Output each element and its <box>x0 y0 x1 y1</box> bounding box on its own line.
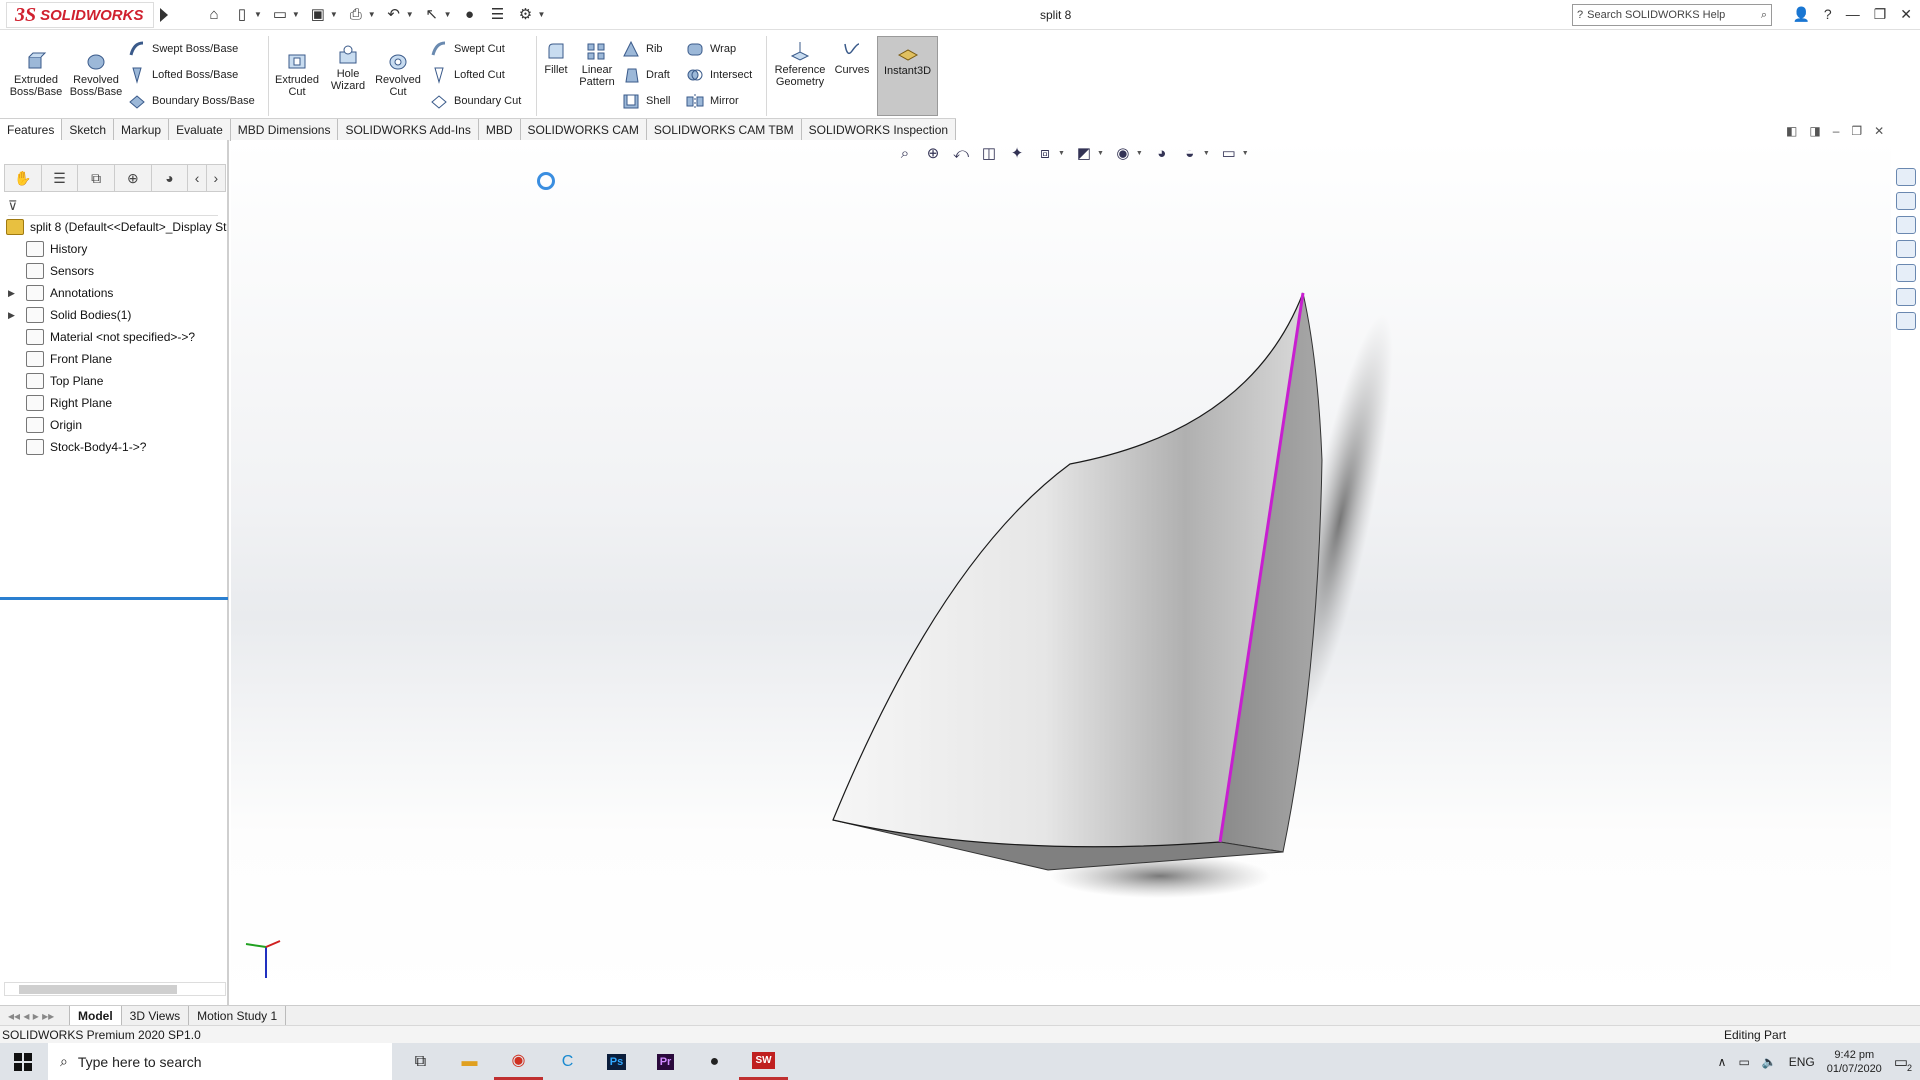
file-explorer-icon[interactable] <box>1896 216 1916 234</box>
clock-date: 01/07/2020 <box>1826 1062 1882 1075</box>
custom-properties-icon[interactable] <box>1896 288 1916 306</box>
windows-start-icon[interactable] <box>0 1043 46 1080</box>
task-view-icon[interactable]: ⧉ <box>396 1043 445 1080</box>
tab-motion-study-1[interactable]: Motion Study 1 <box>189 1006 287 1025</box>
triad-axis-icon <box>245 940 281 978</box>
solidworks-taskbar-icon[interactable]: SW <box>739 1043 788 1080</box>
volume-icon[interactable]: 🔈 <box>1762 1055 1777 1069</box>
system-tray: ∧ ▭ 🔈 ENG 9:42 pm 01/07/2020 ▭ 2 <box>1718 1043 1920 1080</box>
taskbar-apps: ⧉ ▬ ◉ C Ps Pr ● SW <box>396 1043 788 1080</box>
design-library-icon[interactable] <box>1896 192 1916 210</box>
language-indicator[interactable]: ENG <box>1789 1055 1815 1069</box>
tab-model[interactable]: Model <box>70 1006 122 1025</box>
clock[interactable]: 9:42 pm 01/07/2020 <box>1827 1048 1882 1076</box>
status-version-text: SOLIDWORKS Premium 2020 SP1.0 <box>2 1028 201 1042</box>
task-pane-tabs <box>1892 168 1920 330</box>
notification-center-icon[interactable]: ▭ 2 <box>1894 1053 1912 1073</box>
ccleaner-icon[interactable]: C <box>543 1043 592 1080</box>
tray-overflow-icon[interactable]: ∧ <box>1718 1055 1727 1069</box>
chrome-icon[interactable]: ◉ <box>494 1043 543 1080</box>
search-icon: ⌕ <box>60 1053 68 1069</box>
notification-count: 2 <box>1906 1062 1912 1073</box>
model-view-tabs: ◂◂ ◂ ▸ ▸▸ Model 3D Views Motion Study 1 <box>0 1005 1920 1025</box>
tab-nav-arrows-icon[interactable]: ◂◂ ◂ ▸ ▸▸ <box>0 1006 70 1025</box>
part-model-3d[interactable] <box>0 0 1920 1080</box>
photoshop-icon[interactable]: Ps <box>592 1043 641 1080</box>
network-icon[interactable]: ▭ <box>1738 1055 1749 1069</box>
obs-icon[interactable]: ● <box>690 1043 739 1080</box>
solidworks-window: 3S SOLIDWORKS ⌂ ▯ ▼ ▭ ▼ ▣ ▼ ⎙ ▼ ↶ ▼ ↖ ▼ ● ☰ ⚙ ▼… <box>0 0 1920 1080</box>
appearances-scenes-icon[interactable] <box>1896 264 1916 282</box>
solidworks-resources-icon[interactable] <box>1896 168 1916 186</box>
forum-icon[interactable] <box>1896 312 1916 330</box>
status-mode-text: Editing Part <box>1724 1028 1787 1042</box>
premiere-icon[interactable]: Pr <box>641 1043 690 1080</box>
windows-logo-icon <box>14 1052 32 1071</box>
clock-time: 9:42 pm <box>1834 1048 1875 1061</box>
taskbar-search-placeholder: Type here to search <box>77 1053 202 1070</box>
windows-taskbar: ⌕ Type here to search ⧉ ▬ ◉ C Ps Pr ● SW… <box>0 1043 1920 1080</box>
taskbar-search-input[interactable]: ⌕ Type here to search <box>48 1043 392 1080</box>
view-palette-icon[interactable] <box>1896 240 1916 258</box>
tab-3d-views[interactable]: 3D Views <box>122 1006 190 1025</box>
file-explorer-icon[interactable]: ▬ <box>445 1043 494 1080</box>
status-bar: SOLIDWORKS Premium 2020 SP1.0 Editing Pa… <box>0 1025 1920 1043</box>
